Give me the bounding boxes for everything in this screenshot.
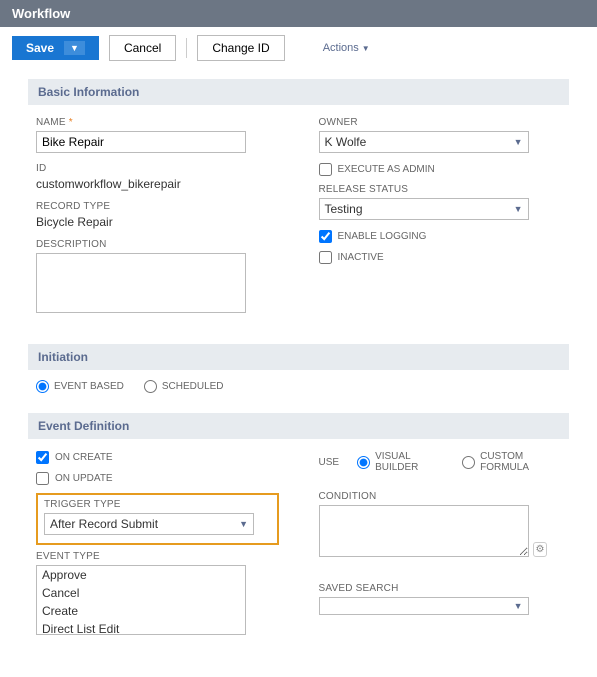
name-input[interactable] [36,131,246,153]
condition-textarea[interactable] [319,505,529,557]
toolbar: Save ▼ Cancel Change ID Actions ▼ [0,27,597,69]
event-def-body: ON CREATE ON UPDATE TRIGGER TYPE After R… [28,439,569,657]
owner-value: K Wolfe [325,135,367,149]
condition-label: CONDITION [319,491,562,502]
cancel-button[interactable]: Cancel [109,35,176,61]
on-create-checkbox[interactable] [36,451,49,464]
event-type-listbox[interactable]: Approve Cancel Create Direct List Edit [36,565,246,635]
initiation-body: EVENT BASED SCHEDULED [28,370,569,403]
saved-search-select[interactable]: ▼ [319,597,529,615]
on-update-checkbox[interactable] [36,472,49,485]
exec-as-admin-label: EXECUTE AS ADMIN [338,164,435,175]
id-label: ID [36,163,279,174]
gear-icon[interactable]: ⚙ [533,542,548,557]
chevron-down-icon: ▼ [514,601,523,611]
custom-formula-radio[interactable] [462,456,475,469]
event-type-label: EVENT TYPE [36,551,279,562]
release-status-select[interactable]: Testing ▼ [319,198,529,220]
trigger-type-select[interactable]: After Record Submit ▼ [44,513,254,535]
owner-select[interactable]: K Wolfe ▼ [319,131,529,153]
saved-search-label: SAVED SEARCH [319,583,562,594]
actions-menu[interactable]: Actions ▼ [323,42,370,54]
trigger-type-label: TRIGGER TYPE [44,499,271,510]
on-create-label: ON CREATE [55,452,113,463]
scheduled-option[interactable]: SCHEDULED [144,380,224,393]
list-item[interactable]: Cancel [37,584,245,602]
chevron-down-icon: ▼ [514,137,523,147]
toolbar-divider [186,38,187,58]
scheduled-radio[interactable] [144,380,157,393]
save-label: Save [26,41,54,55]
change-id-button[interactable]: Change ID [197,35,284,61]
chevron-down-icon: ▼ [239,519,248,529]
trigger-type-value: After Record Submit [50,517,158,531]
inactive-checkbox[interactable] [319,251,332,264]
exec-as-admin-checkbox[interactable] [319,163,332,176]
use-label: USE [319,457,340,468]
trigger-type-highlight: TRIGGER TYPE After Record Submit ▼ [36,493,279,545]
inactive-label: INACTIVE [338,252,384,263]
name-label: NAME * [36,117,279,128]
chevron-down-icon: ▼ [514,204,523,214]
enable-logging-label: ENABLE LOGGING [338,231,427,242]
list-item[interactable]: Approve [37,566,245,584]
page-title: Workflow [12,6,70,21]
save-dropdown-caret[interactable]: ▼ [64,41,85,55]
section-event-def: Event Definition [28,413,569,439]
list-item[interactable]: Create [37,602,245,620]
record-type-label: RECORD TYPE [36,201,279,212]
section-basic-info: Basic Information [28,79,569,105]
owner-label: OWNER [319,117,562,128]
release-status-label: RELEASE STATUS [319,184,562,195]
caret-down-icon: ▼ [362,44,370,53]
basic-info-body: NAME * ID customworkflow_bikerepair RECO… [28,105,569,334]
page-header: Workflow [0,0,597,27]
record-type-value: Bicycle Repair [36,215,279,229]
actions-label: Actions [323,42,359,54]
section-initiation: Initiation [28,344,569,370]
event-based-radio[interactable] [36,380,49,393]
description-label: DESCRIPTION [36,239,279,250]
list-item[interactable]: Direct List Edit [37,620,245,635]
on-update-label: ON UPDATE [55,473,113,484]
visual-builder-option[interactable]: VISUAL BUILDER [357,451,444,473]
release-status-value: Testing [325,202,363,216]
enable-logging-checkbox[interactable] [319,230,332,243]
visual-builder-radio[interactable] [357,456,370,469]
description-textarea[interactable] [36,253,246,313]
custom-formula-option[interactable]: CUSTOM FORMULA [462,451,561,473]
save-button[interactable]: Save ▼ [12,36,99,60]
event-based-option[interactable]: EVENT BASED [36,380,124,393]
id-value: customworkflow_bikerepair [36,177,279,191]
